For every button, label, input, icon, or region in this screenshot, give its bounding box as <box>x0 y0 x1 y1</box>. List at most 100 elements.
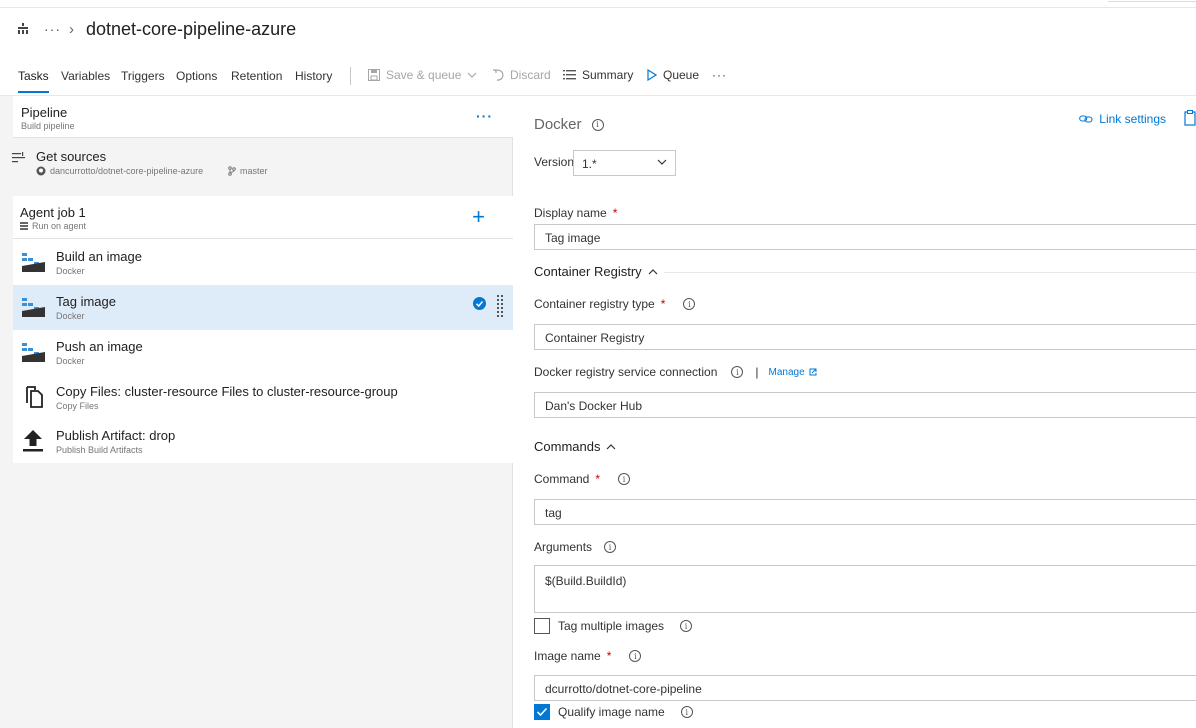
task-item-selected[interactable]: Tag image Docker <box>13 285 513 330</box>
pipeline-subtitle: Build pipeline <box>21 121 75 131</box>
agent-job-title: Agent job 1 <box>20 205 86 220</box>
summary-label: Summary <box>582 68 634 82</box>
image-name-input[interactable]: dcurrotto/dotnet-core-pipeline <box>534 675 1196 701</box>
toolbar-divider <box>350 67 351 85</box>
command-select[interactable]: tag <box>534 499 1196 525</box>
tab-bar: Tasks Variables Triggers Options Retenti… <box>0 62 1196 96</box>
agent-job-subtitle-text: Run on agent <box>32 221 87 231</box>
discard-button[interactable]: Discard <box>492 68 551 82</box>
queue-button[interactable]: Queue <box>647 68 699 82</box>
registry-type-label: Container registry type * i <box>534 297 696 311</box>
tag-multiple-checkbox[interactable] <box>534 618 550 634</box>
arguments-textarea[interactable]: $(Build.BuildId) <box>534 565 1196 613</box>
task-title: Push an image <box>56 339 143 354</box>
agent-icon <box>20 222 28 230</box>
task-item[interactable]: Copy Files: cluster-resource Files to cl… <box>13 375 513 420</box>
info-icon[interactable]: i <box>604 541 617 553</box>
summary-button[interactable]: Summary <box>563 68 633 82</box>
command-label: Command * i <box>534 472 631 486</box>
queue-label: Queue <box>663 68 700 82</box>
manage-link[interactable]: Manage <box>769 367 817 378</box>
get-sources-icon <box>12 152 26 167</box>
qualify-image-checkbox[interactable] <box>534 704 550 720</box>
agent-job-subtitle: Run on agent <box>20 221 86 231</box>
task-title: Copy Files: cluster-resource Files to cl… <box>56 384 398 399</box>
info-icon[interactable]: i <box>680 620 693 632</box>
tag-multiple-label: Tag multiple images <box>558 619 665 633</box>
task-item[interactable]: Publish Artifact: drop Publish Build Art… <box>13 419 513 464</box>
task-subtitle: Docker <box>56 266 85 276</box>
chevron-up-icon <box>648 268 658 274</box>
discard-label: Discard <box>510 68 551 82</box>
play-icon <box>647 69 657 81</box>
agent-job-header[interactable]: Agent job 1 Run on agent + <box>13 196 513 239</box>
branch-info: master <box>228 166 268 176</box>
pipeline-icon[interactable] <box>16 22 30 36</box>
toolbar-more-icon[interactable]: ··· <box>712 68 727 82</box>
divider-bar: | <box>755 365 759 379</box>
branch-icon <box>228 166 236 176</box>
tab-variables[interactable]: Variables <box>61 69 110 83</box>
tab-tasks[interactable]: Tasks <box>18 69 49 93</box>
info-icon[interactable]: i <box>591 118 604 131</box>
branch-name: master <box>240 166 268 176</box>
service-connection-label: Docker registry service connection i | M… <box>534 365 817 379</box>
info-icon[interactable]: i <box>629 650 642 662</box>
image-name-label: Image name * i <box>534 649 642 663</box>
info-icon[interactable]: i <box>683 298 696 310</box>
info-icon[interactable]: i <box>680 706 693 718</box>
version-select[interactable]: 1.* <box>573 150 676 176</box>
header: ··· › dotnet-core-pipeline-azure <box>16 14 296 44</box>
clipboard-icon[interactable] <box>1184 110 1196 129</box>
required-mark: * <box>595 472 601 486</box>
container-registry-section-title: Container Registry <box>534 264 642 279</box>
task-subtitle: Publish Build Artifacts <box>56 445 143 455</box>
page-title: dotnet-core-pipeline-azure <box>86 18 297 39</box>
manage-label: Manage <box>768 366 805 378</box>
tab-retention[interactable]: Retention <box>231 69 282 83</box>
task-title: Build an image <box>56 249 142 264</box>
add-task-button[interactable]: + <box>472 204 485 230</box>
link-icon <box>1079 115 1093 123</box>
registry-type-select[interactable]: Container Registry <box>534 324 1196 350</box>
link-settings-label: Link settings <box>1099 112 1166 126</box>
tab-triggers[interactable]: Triggers <box>121 69 165 83</box>
container-registry-section-header[interactable]: Container Registry <box>534 264 658 279</box>
github-icon <box>36 166 46 176</box>
display-name-input[interactable]: Tag image <box>534 224 1196 250</box>
copy-files-icon <box>21 384 47 410</box>
chevron-down-icon <box>467 72 477 78</box>
save-icon <box>368 69 380 81</box>
commands-section-header[interactable]: Commands <box>534 439 616 454</box>
info-icon[interactable]: i <box>731 366 744 378</box>
qualify-image-checkbox-row[interactable]: Qualify image name i <box>534 704 693 720</box>
agent-job-section: Agent job 1 Run on agent + Build an imag… <box>13 196 513 463</box>
chevron-right-icon: › <box>69 20 74 38</box>
external-link-icon <box>809 368 817 376</box>
drag-handle-icon[interactable] <box>497 295 503 320</box>
pipeline-card[interactable]: Pipeline Build pipeline ··· <box>13 96 513 138</box>
top-right-corner <box>1108 0 1196 2</box>
enabled-check-icon[interactable] <box>473 297 486 313</box>
get-sources-item[interactable]: Get sources dancurrotto/dotnet-core-pipe… <box>0 144 513 180</box>
breadcrumb-more-icon[interactable]: ··· <box>44 21 61 37</box>
task-subtitle: Copy Files <box>56 401 99 411</box>
link-settings-button[interactable]: Link settings <box>1079 112 1166 126</box>
task-subtitle: Docker <box>56 356 85 366</box>
details-title-text: Docker <box>534 116 582 133</box>
version-label-text: Version <box>534 155 575 169</box>
task-item[interactable]: Push an image Docker <box>13 330 513 375</box>
tab-options[interactable]: Options <box>176 69 217 83</box>
task-details-panel: Docker i Link settings Version 1.* Displ… <box>514 96 1196 728</box>
pipeline-title: Pipeline <box>21 105 68 120</box>
save-queue-label: Save & queue <box>386 68 462 82</box>
pipeline-more-icon[interactable]: ··· <box>476 108 493 124</box>
display-name-label-text: Display name <box>534 206 607 220</box>
save-queue-button[interactable]: Save & queue <box>368 68 477 82</box>
tab-history[interactable]: History <box>295 69 332 83</box>
info-icon[interactable]: i <box>618 473 631 485</box>
tag-multiple-checkbox-row[interactable]: Tag multiple images i <box>534 618 693 634</box>
task-item[interactable]: Build an image Docker <box>13 240 513 285</box>
required-mark: * <box>606 649 612 663</box>
service-connection-select[interactable]: Dan's Docker Hub <box>534 392 1196 418</box>
